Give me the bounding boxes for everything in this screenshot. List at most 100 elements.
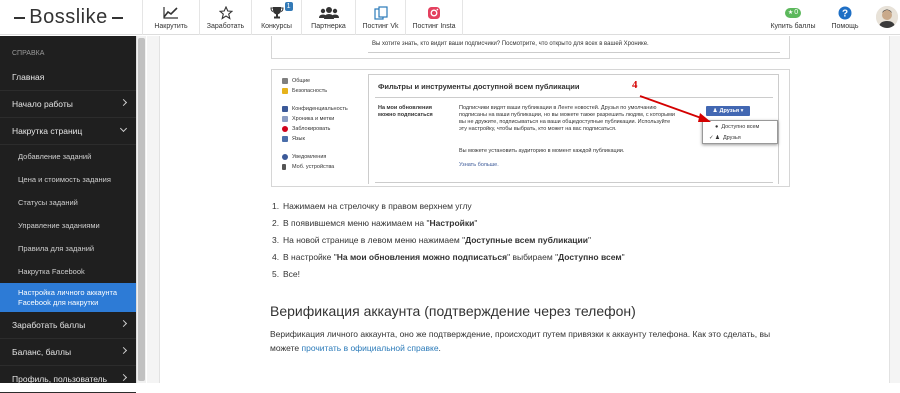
globe-icon — [282, 154, 288, 160]
mobile-icon — [282, 164, 286, 170]
fb-menu-label: Общие — [292, 78, 311, 84]
coin-icon: ★ 0 — [784, 7, 802, 18]
instruction-step: 4. В настройке " На мои обновления можно п… — [272, 248, 625, 265]
fb-menu-label: Уведомления — [292, 154, 327, 160]
fb-row-label: На мои обновления можно подписаться — [378, 105, 433, 118]
fb-menu-label: Хроника и метки — [292, 116, 335, 122]
instruction-list: 1. Нажимаем на стрелочку в правом верхнем… — [272, 197, 625, 282]
step-text: " — [474, 217, 478, 228]
nav-posting-vk[interactable]: Постинг Vk — [355, 0, 405, 35]
fb-audience-dropdown: ● Доступно всем ✓ ♟ Друзья — [702, 120, 778, 144]
step-text: Все! — [283, 268, 301, 279]
fb-settings-panel: Фильтры и инструменты доступной всем пуб… — [368, 74, 779, 184]
user-avatar[interactable] — [876, 6, 898, 28]
logo-dash-left — [14, 16, 26, 19]
sidebar-subitem-task-statuses[interactable]: Статусы заданий — [0, 191, 136, 214]
sidebar-subitem-manage-tasks[interactable]: Управление заданиями — [0, 214, 136, 237]
logo-dash-right — [111, 16, 123, 19]
nav-contests[interactable]: 1 Конкурсы — [251, 0, 301, 35]
step-text: На новой странице в левом меню нажимаем … — [283, 234, 466, 245]
copy-icon — [373, 5, 388, 20]
sidebar-subitem-fb-account-setup[interactable]: Настройка личного аккаунта Facebook для … — [0, 283, 136, 312]
nav-label: Постинг Insta — [412, 23, 456, 30]
sidebar-subitem-task-rules[interactable]: Правила для заданий — [0, 237, 136, 260]
official-help-link[interactable]: прочитать в официальной справке — [302, 343, 439, 353]
sidebar-item-page-boost[interactable]: Накрутка страниц — [0, 118, 136, 145]
sidebar-subitem-add-tasks[interactable]: Добавление заданий — [0, 145, 136, 168]
step-number: 2. — [272, 217, 280, 228]
buy-points-button[interactable]: ★ 0 Купить баллы — [764, 0, 822, 35]
fb-learn-more-link: Узнать больше. — [459, 162, 499, 168]
fb-menu-item: Хроника и метки — [282, 114, 372, 124]
users-icon — [318, 5, 339, 20]
step-text: " — [587, 234, 592, 245]
fb-dropdown-option-label: Друзья — [722, 134, 741, 141]
divider — [375, 182, 773, 183]
sidebar-item-profile[interactable]: Профиль, пользователь — [0, 366, 136, 393]
fb-audience-button: ♟ Друзья ▾ — [706, 106, 750, 116]
fb-menu-label: Безопасность — [292, 88, 328, 94]
instruction-step: 2. В появившемся меню нажимаем на " Настро… — [272, 214, 625, 231]
step-bold-text: Доступные всем публикации — [465, 234, 588, 245]
sidebar-subitem-label: Правила для заданий — [18, 244, 95, 253]
divider — [375, 97, 773, 98]
sidebar-item-home[interactable]: Главная — [0, 64, 136, 91]
lock-icon — [282, 106, 288, 112]
instagram-icon — [427, 5, 441, 20]
step-text: Нажимаем на стрелочку в правом верхнем у… — [283, 200, 472, 211]
paragraph-text: . — [438, 343, 441, 353]
block-icon — [282, 126, 288, 132]
chart-line-icon — [163, 5, 179, 20]
step-bold-text: Настройки — [429, 217, 475, 228]
annotation-number: 4 — [632, 79, 638, 91]
nav-label: Заработать — [206, 23, 245, 30]
nav-label: Помощь — [831, 23, 859, 30]
nav-label: Конкурсы — [261, 23, 292, 30]
sidebar: СПРАВКА Главная Начало работы Накрутка с… — [0, 36, 136, 393]
star-icon — [218, 5, 233, 20]
nav-boost[interactable]: Накрутить — [142, 0, 199, 35]
fb-menu-item: Безопасность — [282, 86, 372, 96]
svg-text:?: ? — [842, 8, 848, 19]
nav-posting-insta[interactable]: Постинг Insta — [405, 0, 463, 35]
nav-partner[interactable]: Партнерка — [301, 0, 355, 35]
logo[interactable]: Bosslike — [0, 0, 137, 35]
help-icon: ? — [838, 5, 852, 20]
sidebar-subitem-label: Управление заданиями — [18, 221, 100, 230]
sidebar-item-label: Заработать баллы — [12, 320, 86, 330]
sidebar-subitem-facebook-boost[interactable]: Накрутка Facebook — [0, 260, 136, 283]
sidebar-item-earn-points[interactable]: Заработать баллы — [0, 312, 136, 339]
fb-dropdown-option-friends: ✓ ♟ Друзья — [703, 132, 777, 143]
globe-icon: ● — [715, 123, 719, 130]
sidebar-subitem-task-price[interactable]: Цена и стоимость задания — [0, 168, 136, 191]
sidebar-subitem-label: Настройка личного аккаунта Facebook для … — [18, 288, 117, 308]
contests-badge: 1 — [284, 2, 293, 11]
points-badge-wrap: ★ 0 — [784, 5, 802, 20]
step-text: В настройке " — [283, 251, 337, 262]
instruction-step: 3. На новой странице в левом меню нажимае… — [272, 231, 625, 248]
divider — [368, 52, 780, 53]
sidebar-item-getting-started[interactable]: Начало работы — [0, 91, 136, 118]
friends-icon: ♟ — [712, 108, 718, 114]
fb-menu-label: Конфиденциальность — [292, 106, 348, 112]
fb-menu-label: Моб. устройства — [292, 164, 335, 170]
nav-earn[interactable]: Заработать — [199, 0, 251, 35]
section-heading: Верификация аккаунта (подтверждение чере… — [270, 303, 636, 319]
step-text: " выбираем " — [507, 251, 559, 262]
step-text: " — [621, 251, 625, 262]
sidebar-item-balance[interactable]: Баланс, баллы — [0, 339, 136, 366]
screenshot-image-top: Вы хотите знать, кто видит ваши подписчи… — [271, 36, 790, 59]
scrollbar-thumb[interactable] — [138, 38, 145, 381]
sidebar-scrollbar[interactable] — [136, 36, 146, 383]
sidebar-heading: СПРАВКА — [12, 50, 45, 57]
gear-icon — [282, 78, 288, 84]
fb-menu-item: Уведомления — [282, 152, 372, 162]
fb-menu-item: Конфиденциальность — [282, 104, 372, 114]
help-button[interactable]: ? Помощь — [822, 0, 868, 35]
fb-audience-button-label: Друзья — [719, 108, 740, 114]
fb-panel-title: Фильтры и инструменты доступной всем пуб… — [378, 82, 580, 91]
sidebar-item-label: Баланс, баллы — [12, 347, 72, 357]
sidebar-subitem-label: Цена и стоимость задания — [18, 175, 111, 184]
screenshot-image-facebook-settings: Общие Безопасность Конфиденциальность Хр… — [271, 69, 790, 187]
chevron-down-icon — [119, 124, 128, 133]
